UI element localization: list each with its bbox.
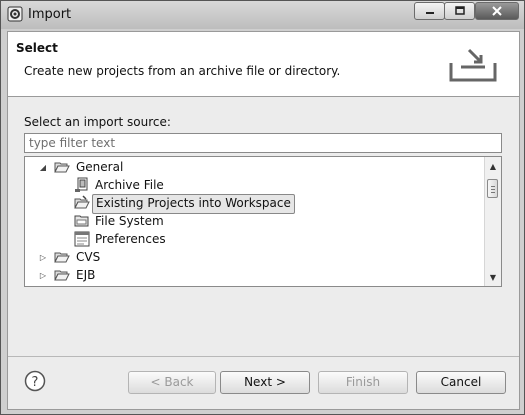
tree-item-archive-file[interactable]: Archive File bbox=[25, 176, 485, 194]
footer-separator bbox=[8, 356, 519, 357]
scroll-thumb[interactable] bbox=[487, 179, 498, 198]
tree-item-label: Archive File bbox=[95, 178, 164, 192]
tree-item-label: File System bbox=[95, 214, 164, 228]
preferences-icon bbox=[74, 231, 90, 247]
expanded-twisty-icon[interactable]: ◢ bbox=[38, 162, 48, 172]
scroll-down-arrow-icon[interactable]: ▼ bbox=[485, 270, 501, 284]
import-source-label: Select an import source: bbox=[24, 115, 171, 129]
filter-input[interactable] bbox=[24, 133, 502, 153]
svg-text:?: ? bbox=[32, 375, 39, 390]
back-button[interactable]: < Back bbox=[128, 371, 216, 394]
cancel-button[interactable]: Cancel bbox=[416, 371, 506, 394]
folder-icon bbox=[54, 252, 70, 263]
projects-folder-icon bbox=[74, 195, 90, 209]
eclipse-gear-icon bbox=[7, 6, 23, 22]
window-title: Import bbox=[28, 7, 72, 22]
tree-item-general[interactable]: ◢ General bbox=[25, 158, 485, 176]
dialog-body: Select Create new projects from an archi… bbox=[7, 31, 520, 410]
import-tray-icon bbox=[449, 48, 497, 82]
tree-item-label: General bbox=[76, 160, 124, 174]
minimize-icon bbox=[425, 12, 434, 14]
tree-item-label: Preferences bbox=[95, 232, 166, 246]
collapsed-twisty-icon[interactable]: ▷ bbox=[38, 252, 48, 262]
maximize-button[interactable] bbox=[444, 2, 475, 20]
tree-item-label: Existing Projects into Workspace bbox=[92, 194, 295, 214]
folder-icon bbox=[54, 270, 70, 281]
tree-item-preferences[interactable]: Preferences bbox=[25, 230, 485, 248]
tree-item-label: EJB bbox=[76, 268, 96, 282]
tree-item-cvs[interactable]: ▷ CVS bbox=[25, 248, 485, 266]
maximize-icon bbox=[454, 6, 465, 15]
import-dialog: Import Select Create new projects from a… bbox=[0, 0, 525, 415]
finish-button[interactable]: Finish bbox=[318, 371, 408, 394]
file-system-icon bbox=[74, 215, 89, 227]
folder-open-icon bbox=[54, 162, 70, 173]
import-source-tree[interactable]: ◢ General Archive File Existing Projects… bbox=[24, 156, 502, 287]
minimize-button[interactable] bbox=[414, 2, 445, 20]
collapsed-twisty-icon[interactable]: ▷ bbox=[38, 270, 48, 280]
page-title: Select bbox=[16, 41, 58, 55]
archive-file-icon bbox=[75, 177, 88, 192]
close-button[interactable] bbox=[475, 2, 519, 20]
page-description: Create new projects from an archive file… bbox=[24, 64, 341, 78]
help-icon[interactable]: ? bbox=[24, 370, 46, 392]
vertical-scrollbar[interactable]: ▲ ▼ bbox=[484, 157, 501, 286]
tree-item-file-system[interactable]: File System bbox=[25, 212, 485, 230]
close-icon bbox=[492, 6, 502, 16]
tree-item-label: CVS bbox=[76, 250, 101, 264]
title-bar[interactable]: Import bbox=[1, 1, 524, 29]
next-button[interactable]: Next > bbox=[220, 371, 310, 394]
scroll-up-arrow-icon[interactable]: ▲ bbox=[485, 159, 501, 173]
tree-item-ejb[interactable]: ▷ EJB bbox=[25, 266, 485, 284]
wizard-banner: Select Create new projects from an archi… bbox=[8, 32, 519, 97]
tree-item-existing-projects[interactable]: Existing Projects into Workspace bbox=[25, 194, 485, 214]
